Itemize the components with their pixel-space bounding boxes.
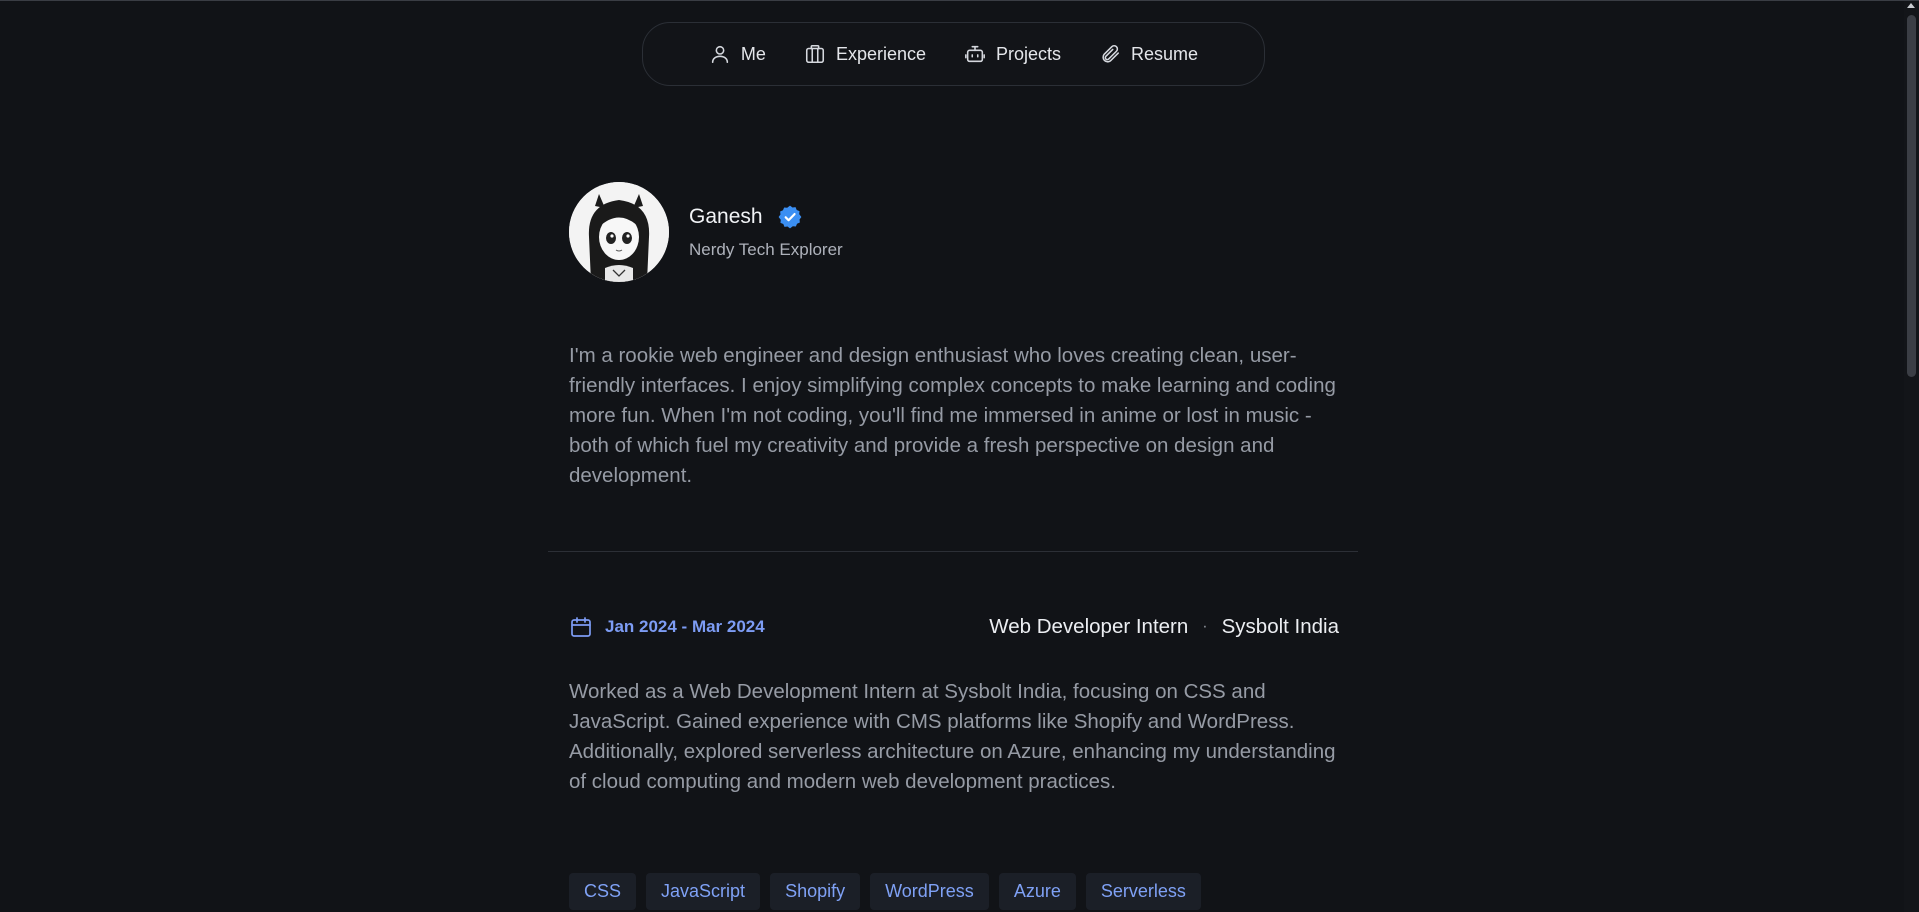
company-name: Sysbolt India xyxy=(1221,615,1339,638)
separator-dot: · xyxy=(1202,618,1208,635)
user-icon xyxy=(711,45,729,64)
skill-tag: Shopify xyxy=(770,873,861,910)
top-nav: Me Experience Projects Resume xyxy=(642,22,1265,86)
skill-tag: JavaScript xyxy=(646,873,761,910)
skill-tag: Serverless xyxy=(1085,873,1201,910)
skill-tag: CSS xyxy=(569,873,637,910)
skill-tag: WordPress xyxy=(870,873,989,910)
verified-badge-icon xyxy=(778,205,801,229)
section-divider xyxy=(548,551,1358,552)
nav-item-projects[interactable]: Projects xyxy=(964,43,1061,65)
nav-item-experience[interactable]: Experience xyxy=(804,43,926,65)
role-company: Web Developer Intern · Sysbolt India xyxy=(989,615,1339,639)
page: Me Experience Projects Resume Ganesh Ner… xyxy=(0,0,1919,912)
profile-tagline: Nerdy Tech Explorer xyxy=(689,240,843,259)
nav-item-resume[interactable]: Resume xyxy=(1099,43,1198,65)
nav-item-label: Projects xyxy=(996,43,1062,64)
briefcase-icon xyxy=(805,44,824,64)
profile-header: Ganesh Nerdy Tech Explorer xyxy=(569,182,843,282)
paperclip-icon xyxy=(1102,44,1120,63)
profile-text: Ganesh Nerdy Tech Explorer xyxy=(689,204,843,260)
nav-item-me[interactable]: Me xyxy=(709,43,766,65)
experience-header: Jan 2024 - Mar 2024 Web Developer Intern… xyxy=(569,615,1339,639)
scroll-up-arrow-icon[interactable] xyxy=(1907,3,1915,8)
bio-text: I'm a rookie web engineer and design ent… xyxy=(569,344,1336,487)
name-row: Ganesh xyxy=(689,204,843,230)
calendar-icon xyxy=(571,617,591,637)
date-range: Jan 2024 - Mar 2024 xyxy=(605,617,765,636)
anime-girl-avatar-icon xyxy=(569,182,669,282)
experience-description: Worked as a Web Development Intern at Sy… xyxy=(569,680,1336,793)
profile-name: Ganesh xyxy=(689,205,763,228)
nav-item-label: Experience xyxy=(835,43,926,64)
experience-date: Jan 2024 - Mar 2024 xyxy=(569,615,765,639)
scrollbar-thumb[interactable] xyxy=(1907,15,1916,377)
skill-tag: Azure xyxy=(998,873,1076,910)
skill-tags: CSS JavaScript Shopify WordPress Azure S… xyxy=(569,873,1201,910)
nav-item-label: Resume xyxy=(1131,43,1199,64)
avatar xyxy=(569,182,669,282)
vertical-scrollbar[interactable] xyxy=(1904,1,1919,912)
robot-icon xyxy=(965,45,985,63)
job-role: Web Developer Intern xyxy=(989,615,1189,638)
nav-item-label: Me xyxy=(740,43,766,64)
